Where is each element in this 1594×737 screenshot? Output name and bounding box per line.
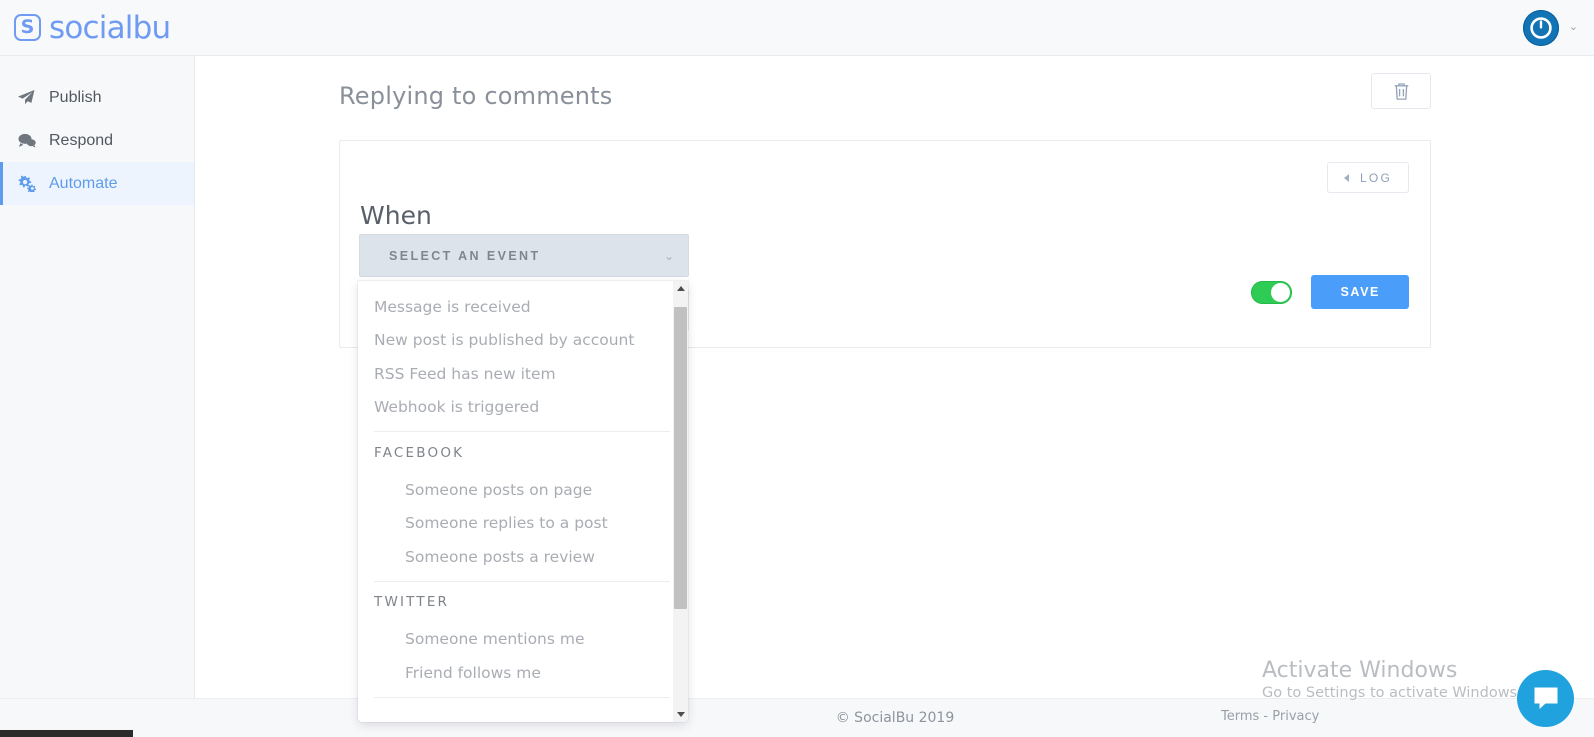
terms-privacy-links: Terms - Privacy [1221, 709, 1319, 724]
page-title: Replying to comments [339, 82, 613, 110]
dropdown-option[interactable]: Someone replies to a post [374, 507, 670, 541]
privacy-link[interactable]: Privacy [1272, 709, 1319, 724]
cogs-icon [17, 175, 36, 192]
sidebar-item-automate[interactable]: Automate [0, 162, 194, 205]
sidebar: Publish Respond Automate [0, 56, 195, 698]
chat-widget-button[interactable] [1517, 670, 1574, 727]
dropdown-group-label: TWITTER [374, 594, 450, 610]
dropdown-option[interactable]: New post is published by account [374, 324, 670, 358]
toggle-knob [1271, 282, 1291, 302]
dropdown-section-twitter: TWITTER Someone mentions me Friend follo… [374, 582, 670, 690]
automation-enabled-toggle[interactable] [1251, 280, 1293, 304]
triangle-up-icon[interactable] [673, 281, 688, 296]
chevron-down-icon: ⌄ [663, 248, 674, 263]
log-button-label: LOG [1360, 170, 1392, 185]
dropdown-scroll-area: Message is received New post is publishe… [358, 281, 688, 722]
triangle-left-icon [1344, 173, 1350, 182]
dropdown-divider [374, 696, 670, 698]
dropdown-scrollbar[interactable] [673, 281, 688, 722]
trash-icon [1394, 82, 1408, 100]
event-select[interactable]: SELECT AN EVENT ⌄ [359, 234, 689, 277]
user-menu[interactable]: ⌄ [1522, 9, 1594, 46]
sidebar-item-label: Publish [49, 88, 102, 106]
sidebar-item-respond[interactable]: Respond [0, 119, 194, 162]
card-actions: SAVE [1251, 275, 1409, 309]
scrollbar-thumb[interactable] [674, 307, 687, 609]
avatar[interactable] [1522, 9, 1559, 46]
event-dropdown-menu[interactable]: Message is received New post is publishe… [358, 281, 688, 722]
top-bar: S socialbu ⌄ [0, 0, 1594, 56]
power-avatar-icon [1530, 16, 1552, 39]
brand-logo[interactable]: S socialbu [0, 9, 171, 46]
dropdown-section-general: Message is received New post is publishe… [374, 281, 670, 424]
terms-link[interactable]: Terms [1221, 709, 1259, 724]
chat-bubble-icon [1534, 687, 1557, 709]
dropdown-option[interactable]: Webhook is triggered [374, 391, 670, 425]
terms-separator: - [1259, 709, 1273, 724]
sidebar-item-label: Respond [49, 131, 114, 149]
dropdown-option[interactable]: Message is received [374, 290, 670, 324]
when-label: When [360, 201, 432, 230]
event-select-value: SELECT AN EVENT [389, 248, 541, 263]
chevron-down-icon[interactable]: ⌄ [1569, 22, 1578, 33]
socialbu-logo-icon: S [14, 14, 41, 41]
comments-icon [17, 132, 36, 149]
delete-automation-button[interactable] [1371, 73, 1431, 109]
copyright-text: © SocialBu 2019 [835, 710, 955, 726]
dropdown-section-facebook: FACEBOOK Someone posts on page Someone r… [374, 432, 670, 574]
triangle-down-icon[interactable] [673, 707, 688, 722]
log-button[interactable]: LOG [1327, 162, 1409, 193]
dropdown-option[interactable]: Someone posts on page [374, 473, 670, 507]
sidebar-item-label: Automate [49, 174, 118, 192]
sidebar-item-publish[interactable]: Publish [0, 76, 194, 119]
dropdown-group-label: FACEBOOK [374, 444, 465, 461]
brand-name: socialbu [49, 9, 171, 46]
app-root: S socialbu ⌄ Publish Respond Automate Re… [0, 0, 1594, 737]
dropdown-option[interactable]: RSS Feed has new item [374, 357, 670, 391]
horizontal-scrollbar-thumb[interactable] [0, 730, 133, 737]
paper-plane-icon [17, 89, 36, 106]
dropdown-option[interactable]: Friend follows me [374, 656, 670, 690]
page-header: Replying to comments [339, 82, 1431, 110]
save-button[interactable]: SAVE [1311, 275, 1409, 309]
dropdown-option[interactable]: Someone mentions me [374, 623, 670, 657]
dropdown-option[interactable]: Someone posts a review [374, 540, 670, 574]
